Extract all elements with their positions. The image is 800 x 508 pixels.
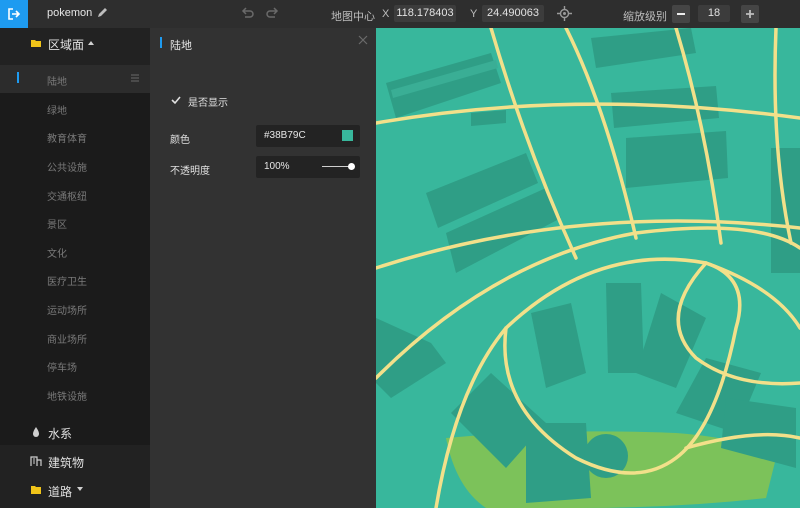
subitem-label: 商业场所 (47, 335, 87, 346)
category-water[interactable]: 水系 (0, 419, 150, 445)
properties-panel: 陆地 是否显示 颜色 #38B79C 不透明度 100% (150, 28, 376, 508)
folder-icon (31, 486, 41, 494)
visibility-label: 是否显示 (188, 98, 228, 109)
sidebar-item-land[interactable]: 陆地 (0, 65, 150, 93)
x-label: X (382, 8, 390, 20)
color-value: #38B79C (264, 130, 306, 141)
sidebar-item-scenic[interactable]: 景区 (0, 208, 150, 236)
subitem-label: 停车场 (47, 363, 77, 374)
sidebar-item-culture[interactable]: 文化 (0, 237, 150, 265)
category-label: 区域面 (48, 38, 85, 52)
category-label: 建筑物 (48, 456, 85, 470)
close-icon[interactable] (358, 35, 368, 45)
menu-icon[interactable] (131, 74, 139, 82)
sidebar-item-sports[interactable]: 运动场所 (0, 294, 150, 322)
x-coordinate-input[interactable]: 118.178403 (394, 5, 456, 22)
minus-icon (677, 13, 685, 15)
sidebar-item-transport[interactable]: 交通枢纽 (0, 180, 150, 208)
color-label: 颜色 (170, 135, 190, 146)
visibility-checkbox[interactable] (171, 95, 181, 105)
layer-sidebar: 区域面 陆地 绿地 教育体育 公共设施 交通枢纽 景区 文化 医疗卫生 运动场所… (0, 28, 150, 508)
sidebar-item-green[interactable]: 绿地 (0, 94, 150, 122)
opacity-value: 100% (264, 161, 290, 172)
opacity-label: 不透明度 (170, 166, 210, 177)
sidebar-item-education[interactable]: 教育体育 (0, 122, 150, 150)
category-roads[interactable]: 道路 (0, 477, 150, 503)
color-swatch[interactable] (342, 130, 353, 141)
subitem-label: 地铁设施 (47, 392, 87, 403)
subitem-label: 交通枢纽 (47, 192, 87, 203)
subitem-label: 文化 (47, 249, 67, 260)
panel-title: 陆地 (170, 40, 192, 52)
subitem-label: 绿地 (47, 106, 67, 117)
zoom-in-button[interactable] (741, 5, 759, 23)
sidebar-item-medical[interactable]: 医疗卫生 (0, 265, 150, 293)
exit-button[interactable] (0, 0, 28, 28)
locate-icon[interactable] (557, 6, 572, 21)
zoom-out-button[interactable] (672, 5, 690, 23)
drop-icon (33, 427, 39, 437)
category-buildings[interactable]: 建筑物 (0, 448, 150, 474)
subitem-label: 陆地 (47, 77, 67, 88)
exit-icon (8, 8, 21, 20)
folder-open-icon (31, 40, 41, 47)
redo-icon[interactable] (266, 6, 280, 20)
map-canvas (376, 28, 800, 508)
zoom-level-input[interactable]: 18 (698, 5, 730, 22)
category-area[interactable]: 区域面 (0, 30, 150, 56)
subitem-label: 医疗卫生 (47, 277, 87, 288)
sidebar-item-commercial[interactable]: 商业场所 (0, 323, 150, 351)
building-icon (30, 456, 42, 466)
undo-icon[interactable] (240, 6, 254, 20)
subitem-label: 教育体育 (47, 134, 87, 145)
plus-icon (746, 10, 754, 18)
category-label: 水系 (48, 427, 73, 441)
zoom-level-label: 缩放级别 (623, 11, 667, 23)
y-coordinate-input[interactable]: 24.490063 (482, 5, 544, 22)
category-label: 道路 (48, 485, 73, 499)
sidebar-item-subway[interactable]: 地铁设施 (0, 380, 150, 408)
sidebar-item-parking[interactable]: 停车场 (0, 351, 150, 379)
project-name: pokemon (47, 7, 93, 19)
caret-up-icon (88, 41, 94, 45)
opacity-slider-handle[interactable] (348, 163, 355, 170)
map-view[interactable] (376, 28, 800, 508)
map-center-label: 地图中心 (331, 11, 375, 23)
y-label: Y (470, 8, 478, 20)
subitem-label: 运动场所 (47, 306, 87, 317)
caret-down-icon (77, 487, 83, 491)
top-toolbar: pokemon 地图中心 X 118.178403 Y 24.490063 缩放… (0, 0, 800, 28)
active-indicator (17, 72, 19, 83)
title-indicator (160, 37, 162, 48)
color-field[interactable]: #38B79C (256, 125, 360, 147)
pencil-icon[interactable] (96, 6, 108, 20)
opacity-field[interactable]: 100% (256, 156, 360, 178)
subitem-label: 公共设施 (47, 163, 87, 174)
sidebar-item-public[interactable]: 公共设施 (0, 151, 150, 179)
subitem-label: 景区 (47, 220, 67, 231)
